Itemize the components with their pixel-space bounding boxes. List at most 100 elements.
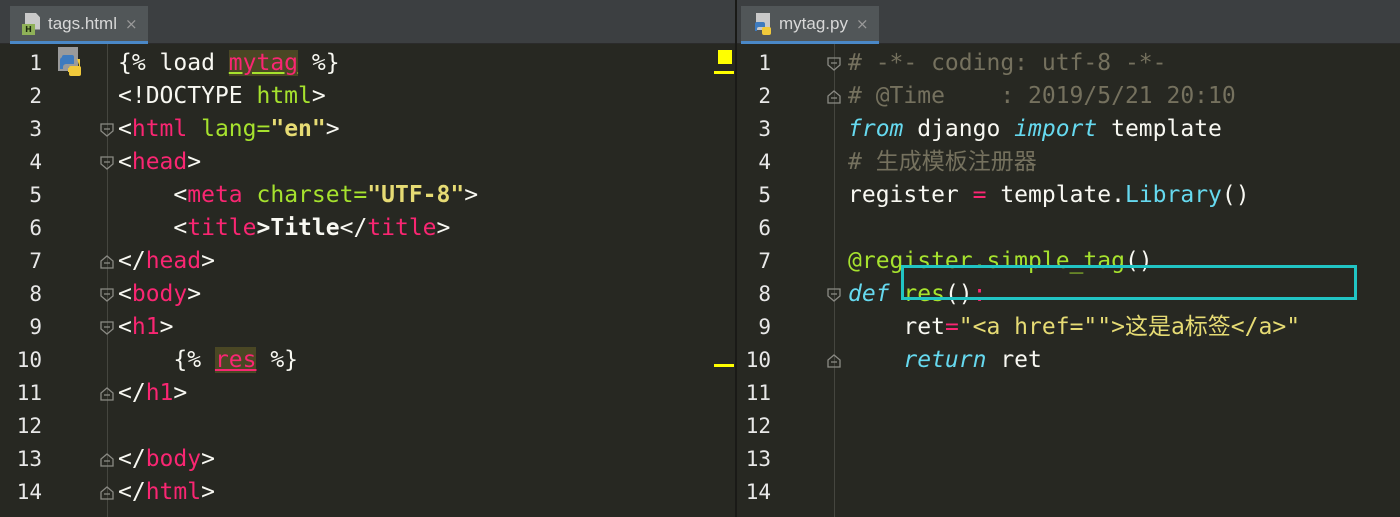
code-token: </: [339, 215, 368, 241]
line-number: 5: [29, 183, 42, 207]
fold-open-icon[interactable]: [100, 321, 114, 335]
code-text[interactable]: <meta charset="UTF-8">: [118, 179, 478, 212]
code-token: django: [903, 116, 1015, 142]
tab-label: mytag.py: [779, 13, 848, 33]
close-icon[interactable]: ×: [856, 15, 869, 33]
code-token: >: [201, 479, 215, 505]
left-editor-pane: H tags.html × 1 {% load mytag %} 2 <!DOCTYP…: [0, 0, 735, 517]
code-line[interactable]: 3 from django import template: [737, 113, 1400, 146]
code-line[interactable]: 14: [737, 476, 1400, 509]
line-number: 4: [758, 150, 771, 174]
code-token: # 生成模板注册器: [848, 149, 1037, 175]
line-number: 8: [758, 282, 771, 306]
code-token: html: [256, 83, 312, 109]
code-text[interactable]: register = template.Library(): [848, 179, 1250, 212]
marker-line[interactable]: [714, 71, 734, 74]
code-text[interactable]: {% res %}: [118, 344, 298, 377]
code-text[interactable]: <h1>: [118, 311, 173, 344]
code-text[interactable]: </html>: [118, 476, 215, 509]
line-number: 13: [16, 447, 42, 471]
code-text[interactable]: <title>Title</title>: [118, 212, 450, 245]
code-token: "<a href="">这是a标签</a>": [958, 314, 1301, 340]
close-icon[interactable]: ×: [125, 15, 138, 33]
highlight-box: [901, 265, 1357, 300]
code-text[interactable]: <!DOCTYPE html>: [118, 80, 326, 113]
code-line[interactable]: 5 register = template.Library(): [737, 179, 1400, 212]
code-text[interactable]: {% load mytag %}: [118, 47, 340, 80]
code-token: %}: [298, 50, 340, 76]
html-code-editor[interactable]: 1 {% load mytag %} 2 <!DOCTYPE html> 3 <html …: [0, 44, 735, 517]
line-number: 10: [16, 348, 42, 372]
code-text[interactable]: # 生成模板注册器: [848, 146, 1037, 179]
code-line[interactable]: 1 {% load mytag %}: [0, 47, 735, 80]
code-token: >: [173, 380, 188, 406]
code-token: ret: [848, 314, 945, 340]
code-text[interactable]: <body>: [118, 278, 201, 311]
warning-marker[interactable]: [718, 50, 732, 64]
code-line[interactable]: 9 ret="<a href="">这是a标签</a>": [737, 311, 1400, 344]
line-number: 1: [29, 51, 42, 75]
code-token: >: [464, 182, 479, 208]
code-token: >: [436, 215, 451, 241]
tab-tags-html[interactable]: H tags.html ×: [10, 6, 148, 44]
code-text[interactable]: <html lang="en">: [118, 113, 340, 146]
fold-close-icon[interactable]: [827, 354, 841, 368]
code-line[interactable]: 6: [737, 212, 1400, 245]
fold-open-icon[interactable]: [827, 288, 841, 302]
code-token: <: [118, 281, 132, 307]
code-token: h1: [145, 380, 174, 406]
code-token: h1: [131, 314, 160, 340]
code-text[interactable]: <head>: [118, 146, 201, 179]
code-line[interactable]: 6 <title>Title</title>: [0, 212, 735, 245]
line-number: 5: [758, 183, 771, 207]
line-number: 2: [758, 84, 771, 108]
left-marker-stripe[interactable]: [721, 44, 735, 517]
code-token: # @Time : 2019/5/21 20:10: [848, 83, 1236, 109]
marker-line[interactable]: [714, 364, 734, 367]
code-text[interactable]: </head>: [118, 245, 215, 278]
fold-close-icon[interactable]: [100, 486, 114, 500]
fold-close-icon[interactable]: [827, 90, 841, 104]
line-number: 11: [745, 381, 771, 405]
code-text[interactable]: ret="<a href="">这是a标签</a>": [848, 311, 1300, 344]
code-line[interactable]: 13: [737, 443, 1400, 476]
left-tab-bar: H tags.html ×: [0, 0, 735, 44]
code-token: return: [903, 347, 987, 373]
fold-close-icon[interactable]: [100, 387, 114, 401]
code-line[interactable]: 2 <!DOCTYPE html>: [0, 80, 735, 113]
code-text[interactable]: # -*- coding: utf-8 -*-: [848, 47, 1167, 80]
code-text[interactable]: </h1>: [118, 377, 187, 410]
code-token: >: [201, 248, 215, 274]
code-line[interactable]: 12: [737, 410, 1400, 443]
tab-mytag-py[interactable]: mytag.py ×: [741, 6, 879, 44]
fold-close-icon[interactable]: [100, 255, 114, 269]
code-token: # -*- coding: utf-8 -*-: [848, 50, 1167, 76]
fold-open-icon[interactable]: [100, 156, 114, 170]
code-text[interactable]: from django import template: [848, 113, 1222, 146]
code-line[interactable]: 12: [0, 410, 735, 443]
code-token: title: [187, 215, 257, 241]
code-line[interactable]: 4 # 生成模板注册器: [737, 146, 1400, 179]
code-token: template: [1097, 116, 1222, 142]
code-token: >Title: [256, 215, 340, 241]
code-token: html: [145, 479, 202, 505]
python-logo-icon: [57, 47, 83, 77]
code-line[interactable]: 10 {% res %}: [0, 344, 735, 377]
fold-close-icon[interactable]: [100, 453, 114, 467]
fold-open-icon[interactable]: [100, 123, 114, 137]
code-token: <: [118, 314, 132, 340]
fold-open-icon[interactable]: [100, 288, 114, 302]
code-text[interactable]: # @Time : 2019/5/21 20:10: [848, 80, 1236, 113]
code-text[interactable]: return ret: [848, 344, 1042, 377]
code-text[interactable]: </body>: [118, 443, 215, 476]
code-line[interactable]: 5 <meta charset="UTF-8">: [0, 179, 735, 212]
code-token: ret: [986, 347, 1042, 373]
line-number: 4: [29, 150, 42, 174]
line-number: 12: [16, 414, 42, 438]
code-token: meta: [187, 182, 257, 208]
code-token: <: [118, 116, 132, 142]
line-number: 11: [16, 381, 42, 405]
fold-open-icon[interactable]: [827, 57, 841, 71]
code-line[interactable]: 11: [737, 377, 1400, 410]
line-number: 7: [29, 249, 42, 273]
